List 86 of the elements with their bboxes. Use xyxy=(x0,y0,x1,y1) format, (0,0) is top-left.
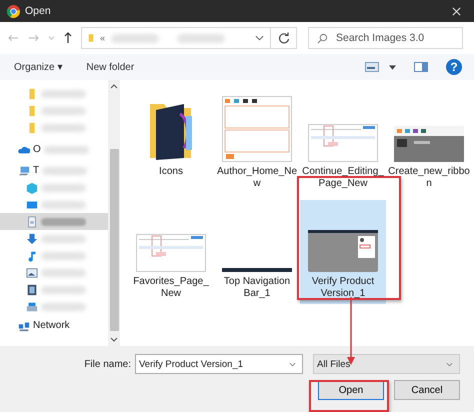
search-field[interactable]: Search Images 3.0 xyxy=(308,27,463,49)
file-item[interactable]: Favorites_Page_New xyxy=(128,200,214,304)
caret-icon[interactable] xyxy=(389,64,396,70)
file-name-field[interactable]: Verify Product Version_1 xyxy=(135,354,303,374)
help-button[interactable]: ? xyxy=(446,59,462,75)
screenshot-thumbnail xyxy=(222,268,292,272)
blurred-label xyxy=(41,106,86,114)
breadcrumb-overflow[interactable]: « xyxy=(100,33,106,43)
cancel-button[interactable]: Cancel xyxy=(394,380,460,400)
sidebar-label: Network xyxy=(33,320,70,331)
desktop-icon xyxy=(26,198,38,210)
dropdown-caret-icon[interactable] xyxy=(255,35,264,41)
music-note-icon xyxy=(26,250,38,262)
blurred-label xyxy=(41,286,86,294)
folder-icon xyxy=(88,33,94,43)
blurred-label xyxy=(41,218,86,226)
scroll-thumb[interactable] xyxy=(110,149,118,331)
blurred-label xyxy=(41,90,86,98)
blurred-label xyxy=(41,234,86,242)
back-icon[interactable] xyxy=(8,34,19,42)
document-icon xyxy=(26,216,38,228)
blurred-label xyxy=(44,146,89,154)
screenshot-thumbnail xyxy=(222,96,292,162)
blurred-path xyxy=(177,34,226,42)
file-item[interactable]: Continue_Editing_Page_New xyxy=(300,90,386,194)
file-name: Author_Home_New xyxy=(216,166,298,190)
blurred-label xyxy=(41,302,86,310)
sidebar-label: O xyxy=(33,144,41,155)
drive-icon xyxy=(26,300,38,312)
blurred-label xyxy=(41,124,86,132)
blurred-path xyxy=(111,34,160,42)
sidebar-item[interactable]: Network xyxy=(0,317,108,334)
file-item[interactable]: Verify Product Version_1 xyxy=(300,200,386,304)
download-icon xyxy=(26,232,38,244)
recent-caret-icon[interactable] xyxy=(48,36,55,40)
file-name-value: Verify Product Version_1 xyxy=(139,358,244,370)
screenshot-thumbnail xyxy=(394,126,464,162)
sidebar-item[interactable]: O xyxy=(0,141,108,158)
dropdown-caret-icon[interactable] xyxy=(289,362,296,366)
new-folder-button[interactable]: New folder xyxy=(80,60,140,74)
sidebar-item[interactable]: T xyxy=(0,162,108,179)
refresh-icon xyxy=(278,32,290,44)
scroll-up-icon[interactable] xyxy=(110,84,118,89)
view-icon[interactable] xyxy=(365,62,379,72)
computer-icon xyxy=(18,164,30,176)
search-icon xyxy=(317,32,328,44)
network-icon xyxy=(18,320,30,332)
sidebar-label: T xyxy=(33,165,40,176)
file-item[interactable]: Author_Home_New xyxy=(214,90,300,194)
up-icon[interactable] xyxy=(64,32,72,44)
scroll-down-icon[interactable] xyxy=(110,337,118,342)
screenshot-thumbnail xyxy=(136,234,206,272)
file-name: Favorites_Page_New xyxy=(132,276,210,300)
address-bar[interactable]: « xyxy=(81,27,271,49)
film-icon xyxy=(26,284,38,296)
browser-logo-icon xyxy=(7,4,20,18)
search-placeholder: Search Images 3.0 xyxy=(336,32,424,44)
cube-icon xyxy=(26,182,38,194)
dropdown-caret-icon xyxy=(446,362,453,366)
file-type-value: All Files xyxy=(317,358,350,370)
screenshot-thumbnail xyxy=(308,124,378,162)
file-type-dropdown[interactable]: All Files xyxy=(313,354,460,374)
refresh-button[interactable] xyxy=(271,27,297,49)
blurred-label xyxy=(41,200,86,208)
file-name: Verify Product Version_1 xyxy=(310,276,376,300)
open-button[interactable]: Open xyxy=(318,380,384,400)
preview-pane-icon[interactable] xyxy=(414,62,428,72)
blurred-label xyxy=(41,268,86,276)
file-item[interactable]: Icons xyxy=(128,90,214,194)
forward-icon[interactable] xyxy=(28,34,39,42)
blurred-label xyxy=(41,184,86,192)
file-item[interactable]: Create_new_ribbon xyxy=(386,90,472,194)
file-name-label: File name: xyxy=(84,358,131,370)
screenshot-thumbnail xyxy=(308,230,378,272)
window-title: Open xyxy=(25,5,52,17)
file-name: Continue_Editing_Page_New xyxy=(302,166,384,190)
scrollbar[interactable] xyxy=(108,80,120,346)
close-icon[interactable] xyxy=(452,6,461,16)
blurred-label xyxy=(42,166,88,174)
file-name: Top Navigation Bar_1 xyxy=(222,276,292,300)
picture-icon xyxy=(26,266,38,278)
file-name: Icons xyxy=(158,166,184,178)
blurred-label xyxy=(41,252,86,260)
file-item[interactable]: Top Navigation Bar_1 xyxy=(214,200,300,304)
organize-menu[interactable]: Organize ▾ xyxy=(8,59,68,75)
file-name: Create_new_ribbon xyxy=(388,166,470,190)
